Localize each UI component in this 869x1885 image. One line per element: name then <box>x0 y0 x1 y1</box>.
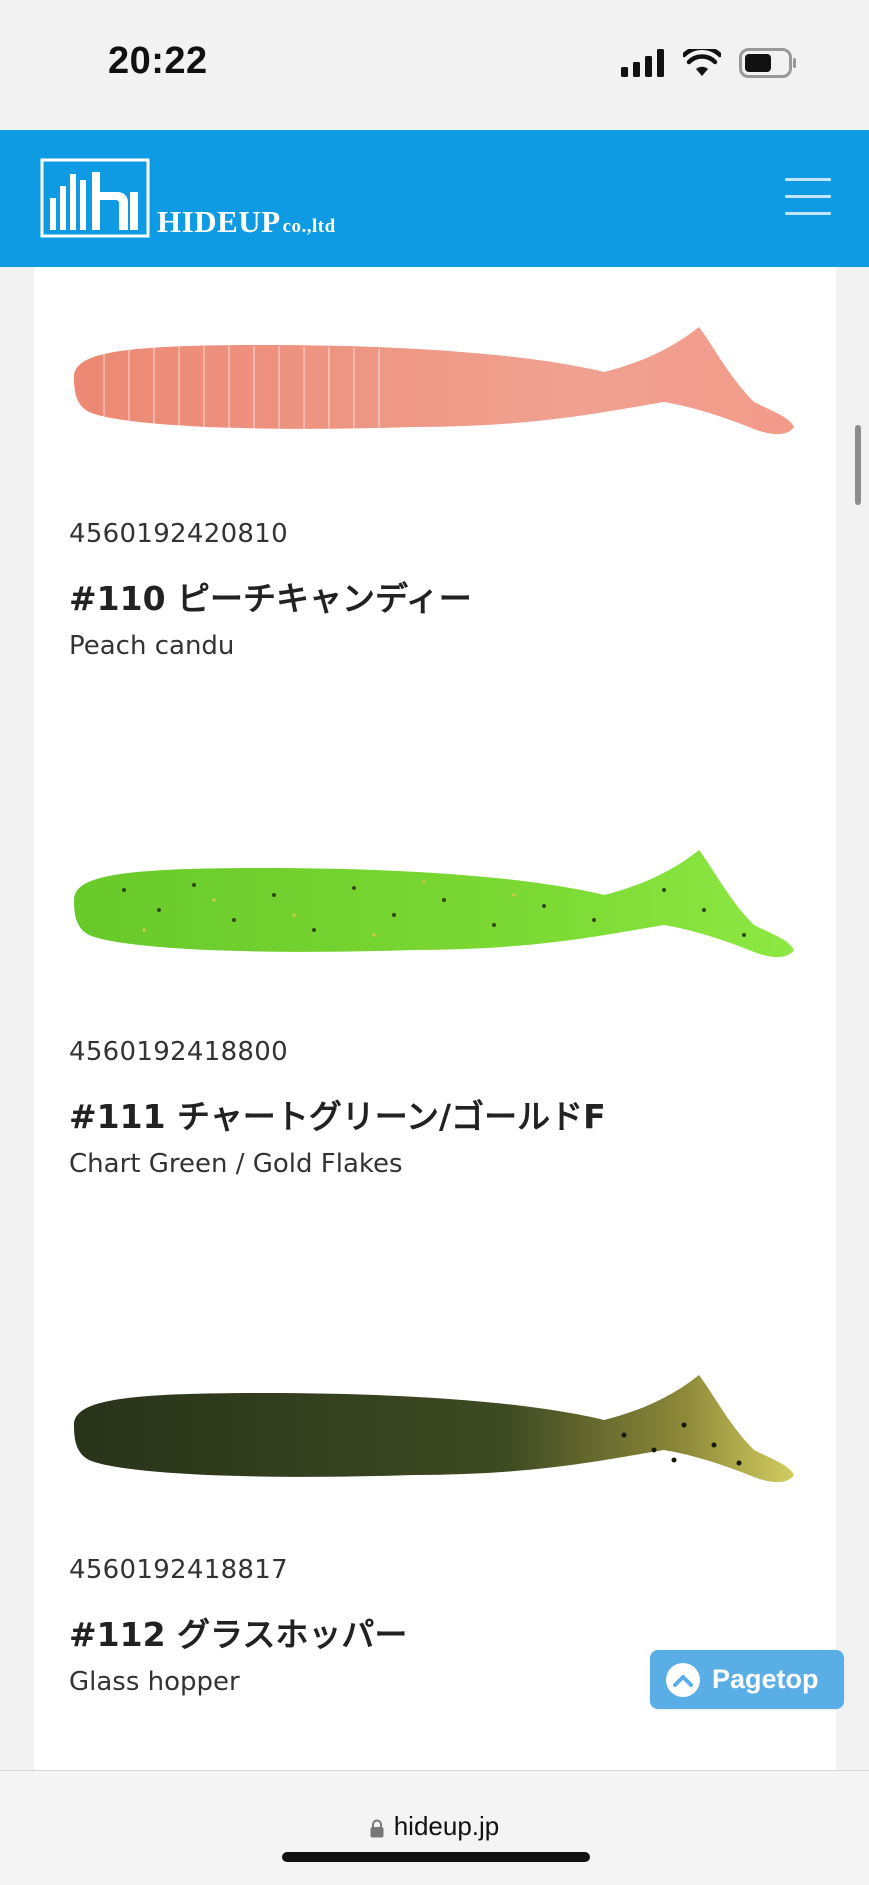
url-text: hideup.jp <box>393 1811 500 1841</box>
product-english-name: Peach candu <box>69 631 235 661</box>
product-name: #111 チャートグリーン/ゴールドF <box>69 1097 606 1136</box>
menu-button[interactable] <box>785 178 831 218</box>
wifi-icon <box>683 49 721 76</box>
battery-icon <box>739 48 796 78</box>
url-display[interactable]: hideup.jp <box>0 1811 869 1842</box>
product-english-name: Glass hopper <box>69 1667 240 1697</box>
chevron-up-icon <box>666 1662 700 1697</box>
pagetop-button[interactable]: Pagetop <box>650 1650 844 1709</box>
product-name: #112 グラスホッパー <box>69 1615 408 1654</box>
lock-icon <box>370 1819 384 1838</box>
product-jan: 4560192418817 <box>69 1555 288 1585</box>
browser-address-bar[interactable]: hideup.jp <box>0 1770 869 1885</box>
product-list: 4560192420810 #110 ピーチキャンディー Peach candu <box>34 267 836 1770</box>
product-jan: 4560192418800 <box>69 1037 288 1067</box>
lure-image-peach-candy[interactable] <box>64 317 806 467</box>
product-jan: 4560192420810 <box>69 519 288 549</box>
hideup-logo-mark-icon <box>40 158 150 238</box>
lure-image-glass-hopper[interactable] <box>64 1365 806 1515</box>
status-time: 20:22 <box>108 40 208 82</box>
status-icons <box>621 48 797 78</box>
brand-name: HIDEUP <box>157 204 281 239</box>
scrollbar[interactable] <box>855 425 861 505</box>
cellular-signal-icon <box>621 49 664 77</box>
logo-text: HIDEUP co.,ltd <box>157 204 336 240</box>
pagetop-label: Pagetop <box>712 1664 819 1694</box>
home-indicator[interactable] <box>282 1852 590 1862</box>
hideup-logo[interactable] <box>40 158 150 242</box>
product-name: #110 ピーチキャンディー <box>69 579 472 618</box>
lure-image-chart-green[interactable] <box>64 840 806 990</box>
brand-suffix: co.,ltd <box>282 216 336 237</box>
status-bar: 20:22 <box>0 0 869 130</box>
product-english-name: Chart Green / Gold Flakes <box>69 1149 403 1179</box>
site-header: HIDEUP co.,ltd <box>0 130 869 267</box>
hamburger-menu-icon <box>785 178 831 181</box>
